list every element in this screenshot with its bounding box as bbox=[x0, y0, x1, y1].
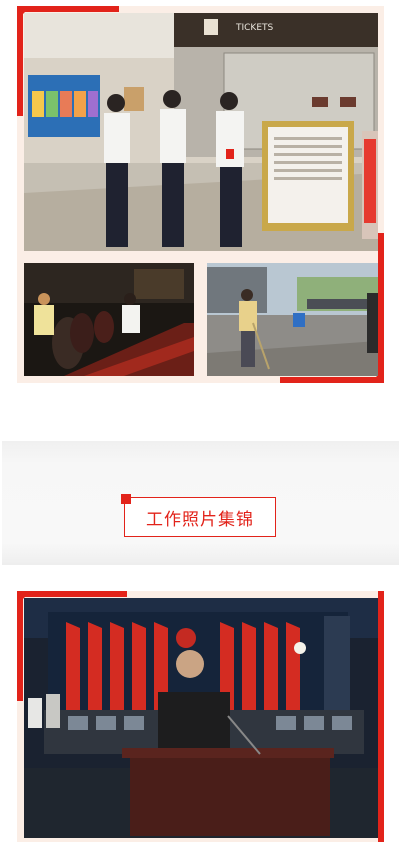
section-title-box: 工作照片集锦 bbox=[124, 497, 276, 537]
card-corner-accent bbox=[280, 377, 384, 383]
conference-cleaning-photo bbox=[24, 263, 194, 376]
card-corner-accent bbox=[378, 233, 384, 383]
card-corner-accent bbox=[17, 6, 23, 116]
card-corner-accent bbox=[17, 591, 23, 701]
lobby-staff-photo: TICKETS bbox=[24, 13, 378, 251]
section-title: 工作照片集锦 bbox=[146, 509, 254, 530]
tickets-sign-text: TICKETS bbox=[235, 23, 274, 33]
auditorium-speech-photo bbox=[24, 598, 378, 838]
card-corner-accent bbox=[17, 591, 127, 597]
card-corner-accent bbox=[378, 591, 384, 842]
title-corner-accent bbox=[121, 494, 131, 504]
card-corner-accent bbox=[17, 6, 119, 12]
outdoor-cleaning-photo bbox=[207, 263, 378, 376]
